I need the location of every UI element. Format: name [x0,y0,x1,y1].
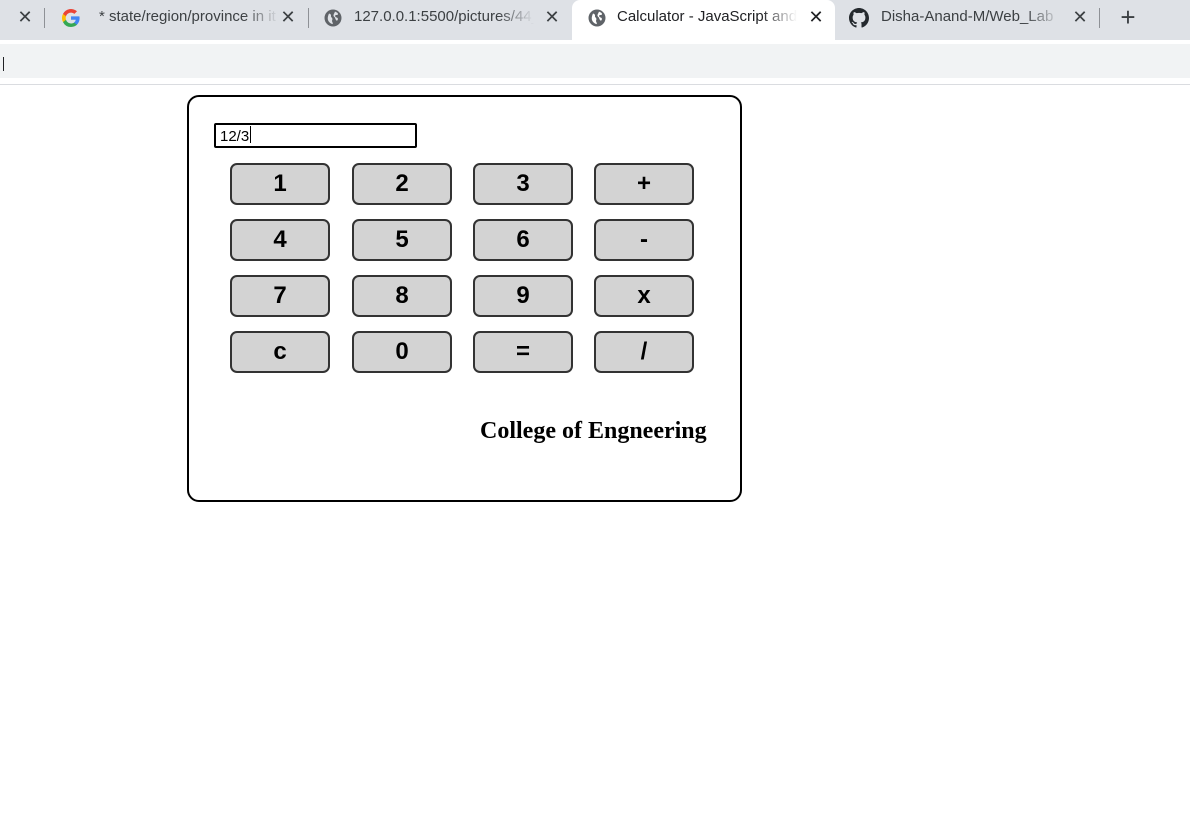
key-7[interactable]: 7 [230,275,330,317]
new-tab-button[interactable]: + [1116,4,1140,30]
tab-close-icon[interactable]: ✕ [15,7,35,27]
key-5[interactable]: 5 [352,219,452,261]
tab-close-icon[interactable]: ✕ [806,7,826,27]
key-9[interactable]: 9 [473,275,573,317]
tab-separator [1099,8,1100,28]
github-icon [849,8,869,28]
tab-strip: ✕ * state/region/province in it ✕ 127.0.… [0,0,1190,40]
tab-title: Disha-Anand-M/Web_Lab [881,8,1054,25]
key-1[interactable]: 1 [230,163,330,205]
tab-title: * state/region/province in it [99,8,276,25]
tab-close-icon[interactable]: ✕ [278,7,298,27]
key-6[interactable]: 6 [473,219,573,261]
key-plus[interactable]: + [594,163,694,205]
key-8[interactable]: 8 [352,275,452,317]
address-bar-caret [3,57,4,71]
key-clear[interactable]: c [230,331,330,373]
browser-toolbar [0,40,1190,85]
tab-google-search[interactable]: * state/region/province in it ✕ [45,0,307,40]
key-multiply[interactable]: x [594,275,694,317]
globe-icon [323,8,343,28]
tab-title: Calculator - JavaScript and H [617,8,797,25]
college-name-text: College of Engneering [480,418,707,444]
google-icon [61,8,81,28]
key-2[interactable]: 2 [352,163,452,205]
calculator-panel: 1 2 3 + 4 5 6 - 7 8 9 x c 0 = / College … [187,95,742,502]
tab-github[interactable]: Disha-Anand-M/Web_Lab ✕ [836,0,1098,40]
key-divide[interactable]: / [594,331,694,373]
display-caret [250,126,251,143]
tab-close-icon[interactable]: ✕ [542,7,562,27]
tab-close-icon[interactable]: ✕ [1070,7,1090,27]
key-4[interactable]: 4 [230,219,330,261]
tab-calculator-active[interactable]: Calculator - JavaScript and H ✕ [572,0,835,40]
key-0[interactable]: 0 [352,331,452,373]
key-minus[interactable]: - [594,219,694,261]
calculator-display[interactable] [214,123,417,148]
tab-title: 127.0.0.1:5500/pictures/44_c [354,8,534,25]
globe-icon [587,8,607,28]
address-bar[interactable] [0,44,1190,78]
key-3[interactable]: 3 [473,163,573,205]
key-equals[interactable]: = [473,331,573,373]
tab-localhost[interactable]: 127.0.0.1:5500/pictures/44_c ✕ [309,0,571,40]
